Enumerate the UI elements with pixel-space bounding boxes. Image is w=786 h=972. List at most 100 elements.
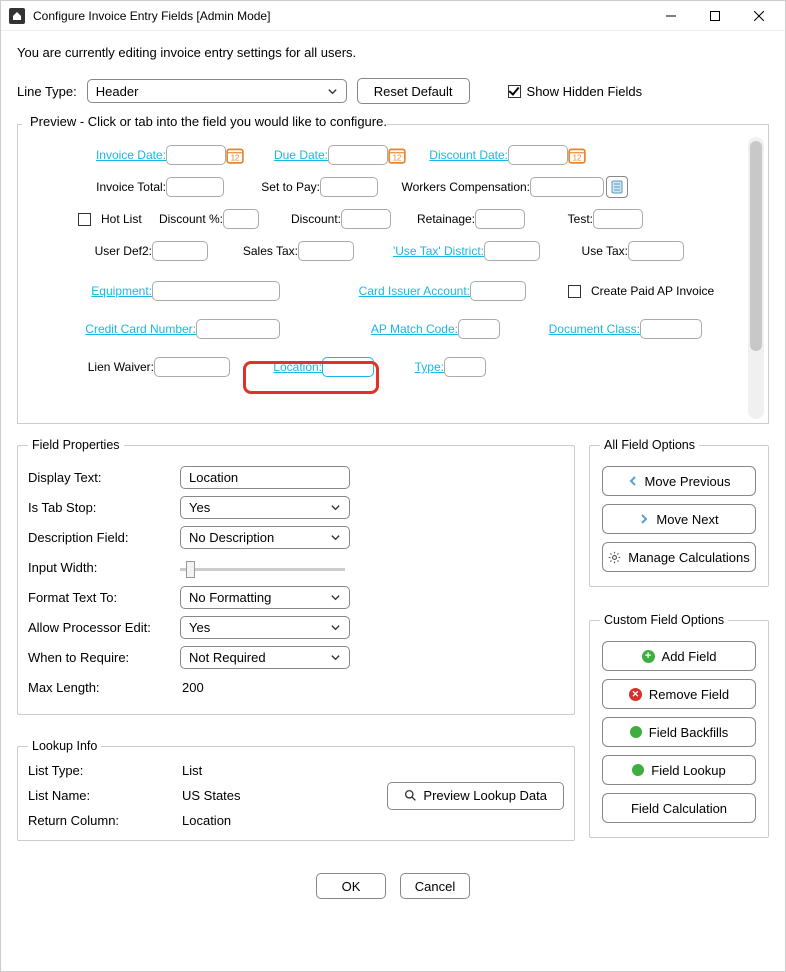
- scrollbar-thumb[interactable]: [750, 141, 762, 351]
- all-field-options-legend: All Field Options: [600, 438, 699, 452]
- chevron-down-icon: [327, 86, 338, 97]
- list-type-value: List: [180, 763, 202, 778]
- sales-tax-input[interactable]: [298, 241, 354, 261]
- discount-input[interactable]: [341, 209, 391, 229]
- test-input[interactable]: [593, 209, 643, 229]
- display-text-label: Display Text:: [28, 470, 180, 485]
- cc-number-input[interactable]: [196, 319, 280, 339]
- document-icon[interactable]: [606, 176, 628, 198]
- chevron-left-icon: [628, 476, 638, 486]
- field-properties-fieldset: Field Properties Display Text: Location …: [17, 438, 575, 715]
- card-issuer-input[interactable]: [470, 281, 526, 301]
- lookup-info-fieldset: Lookup Info List Type:List List Name:US …: [17, 739, 575, 841]
- chevron-down-icon: [330, 622, 341, 633]
- use-tax-district-input[interactable]: [484, 241, 540, 261]
- title-bar: Configure Invoice Entry Fields [Admin Mo…: [1, 1, 785, 31]
- equipment-label[interactable]: Equipment:: [38, 284, 152, 298]
- user-def2-input[interactable]: [152, 241, 208, 261]
- close-button[interactable]: [737, 2, 781, 30]
- svg-text:12: 12: [393, 154, 402, 163]
- plus-icon: +: [642, 650, 655, 663]
- move-next-button[interactable]: Move Next: [602, 504, 756, 534]
- invoice-total-input[interactable]: [166, 177, 224, 197]
- card-issuer-label[interactable]: Card Issuer Account:: [358, 284, 470, 298]
- is-tab-stop-label: Is Tab Stop:: [28, 500, 180, 515]
- display-text-input[interactable]: Location: [180, 466, 350, 489]
- equipment-input[interactable]: [152, 281, 280, 301]
- format-text-select[interactable]: No Formatting: [180, 586, 350, 609]
- preview-scrollbar[interactable]: [748, 137, 764, 419]
- doc-class-label[interactable]: Document Class:: [548, 322, 640, 336]
- custom-field-options-fieldset: Custom Field Options + Add Field Remove …: [589, 613, 769, 838]
- return-col-label: Return Column:: [28, 813, 180, 828]
- discount-date-label[interactable]: Discount Date:: [428, 148, 508, 162]
- minimize-button[interactable]: [649, 2, 693, 30]
- return-col-value: Location: [180, 813, 231, 828]
- cc-number-label[interactable]: Credit Card Number:: [38, 322, 196, 336]
- hot-list-checkbox[interactable]: [78, 213, 91, 226]
- ap-match-input[interactable]: [458, 319, 500, 339]
- max-length-value: 200: [180, 680, 204, 695]
- input-width-label: Input Width:: [28, 560, 180, 575]
- is-tab-stop-select[interactable]: Yes: [180, 496, 350, 519]
- use-tax-district-label[interactable]: 'Use Tax' District:: [384, 244, 484, 258]
- allow-proc-label: Allow Processor Edit:: [28, 620, 180, 635]
- lien-waiver-label: Lien Waiver:: [38, 360, 154, 374]
- ap-match-label[interactable]: AP Match Code:: [370, 322, 458, 336]
- type-input[interactable]: [444, 357, 486, 377]
- line-type-select[interactable]: Header: [87, 79, 347, 103]
- cancel-button[interactable]: Cancel: [400, 873, 470, 899]
- calendar-icon[interactable]: 12: [568, 146, 586, 164]
- list-name-label: List Name:: [28, 788, 180, 803]
- line-type-label: Line Type:: [17, 84, 77, 99]
- allow-proc-select[interactable]: Yes: [180, 616, 350, 639]
- manage-calculations-button[interactable]: Manage Calculations: [602, 542, 756, 572]
- invoice-total-label: Invoice Total:: [38, 180, 166, 194]
- calendar-icon[interactable]: 12: [388, 146, 406, 164]
- type-label[interactable]: Type:: [412, 360, 444, 374]
- remove-field-button[interactable]: Remove Field: [602, 679, 756, 709]
- workers-comp-input[interactable]: [530, 177, 604, 197]
- maximize-button[interactable]: [693, 2, 737, 30]
- doc-class-input[interactable]: [640, 319, 702, 339]
- dot-icon: [632, 764, 644, 776]
- description-field-label: Description Field:: [28, 530, 180, 545]
- reset-default-button[interactable]: Reset Default: [357, 78, 470, 104]
- show-hidden-checkbox[interactable]: Show Hidden Fields: [508, 84, 643, 99]
- add-field-button[interactable]: + Add Field: [602, 641, 756, 671]
- discount-pct-label: Discount %:: [157, 212, 223, 226]
- retainage-input[interactable]: [475, 209, 525, 229]
- custom-field-options-legend: Custom Field Options: [600, 613, 728, 627]
- remove-icon: [629, 688, 642, 701]
- preview-fieldset: Preview - Click or tab into the field yo…: [17, 124, 769, 424]
- preview-lookup-button[interactable]: Preview Lookup Data: [387, 782, 564, 810]
- dot-icon: [630, 726, 642, 738]
- lien-waiver-input[interactable]: [154, 357, 230, 377]
- create-paid-label: Create Paid AP Invoice: [591, 284, 714, 298]
- field-calculation-button[interactable]: Field Calculation: [602, 793, 756, 823]
- calendar-icon[interactable]: 12: [226, 146, 244, 164]
- chevron-down-icon: [330, 592, 341, 603]
- workers-comp-label: Workers Compensation:: [398, 180, 530, 194]
- discount-pct-input[interactable]: [223, 209, 259, 229]
- use-tax-input[interactable]: [628, 241, 684, 261]
- checkbox-icon: [508, 85, 521, 98]
- invoice-date-input[interactable]: [166, 145, 226, 165]
- lookup-info-legend: Lookup Info: [28, 739, 101, 753]
- description-field-select[interactable]: No Description: [180, 526, 350, 549]
- due-date-label[interactable]: Due Date:: [272, 148, 328, 162]
- ok-button[interactable]: OK: [316, 873, 386, 899]
- slider-thumb[interactable]: [186, 561, 195, 578]
- due-date-input[interactable]: [328, 145, 388, 165]
- discount-date-input[interactable]: [508, 145, 568, 165]
- svg-text:12: 12: [573, 154, 582, 163]
- input-width-slider[interactable]: [180, 568, 345, 571]
- field-backfills-button[interactable]: Field Backfills: [602, 717, 756, 747]
- set-to-pay-input[interactable]: [320, 177, 378, 197]
- create-paid-checkbox[interactable]: [568, 285, 581, 298]
- field-lookup-button[interactable]: Field Lookup: [602, 755, 756, 785]
- move-previous-button[interactable]: Move Previous: [602, 466, 756, 496]
- line-type-value: Header: [96, 84, 327, 99]
- invoice-date-label[interactable]: Invoice Date:: [38, 148, 166, 162]
- when-require-select[interactable]: Not Required: [180, 646, 350, 669]
